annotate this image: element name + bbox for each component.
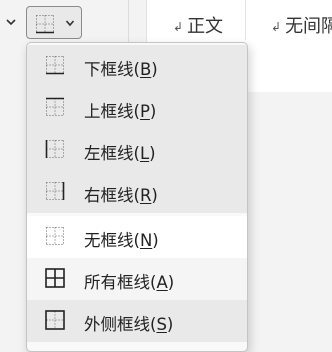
menu-item-outside-borders[interactable]: 外侧框线(S) xyxy=(27,300,247,342)
outside-borders-icon xyxy=(45,310,65,330)
bottom-border-icon xyxy=(36,15,54,34)
menu-item-top-border[interactable]: 上框线(P) xyxy=(27,87,247,129)
paragraph-mark-icon: ↲ xyxy=(173,20,184,34)
paragraph-mark-icon: ↲ xyxy=(271,20,282,34)
right-border-icon xyxy=(46,182,65,200)
menu-item-left-border[interactable]: 左框线(L) xyxy=(27,129,247,171)
menu-item-right-border[interactable]: 右框线(R) xyxy=(27,171,247,213)
chevron-down-icon[interactable] xyxy=(5,14,17,30)
top-border-icon xyxy=(46,97,64,116)
style-normal[interactable]: ↲ 正文 xyxy=(173,12,223,38)
menu-item-label: 左框线(L) xyxy=(84,144,156,163)
borders-button[interactable] xyxy=(26,6,82,39)
style-separator xyxy=(245,0,246,40)
bottom-border-icon xyxy=(46,56,64,75)
menu-item-label: 下框线(B) xyxy=(84,60,158,79)
style-label: 正文 xyxy=(187,16,224,37)
menu-item-label: 所有框线(A) xyxy=(84,273,175,292)
no-border-icon xyxy=(46,227,64,245)
left-border-icon xyxy=(45,140,64,158)
chevron-down-icon xyxy=(65,20,75,27)
all-borders-icon xyxy=(45,268,65,288)
menu-item-no-border[interactable]: 无框线(N) xyxy=(27,216,247,258)
menu-item-label: 上框线(P) xyxy=(84,102,157,121)
menu-item-all-borders[interactable]: 所有框线(A) xyxy=(27,258,247,300)
menu-item-bottom-border[interactable]: 下框线(B) xyxy=(27,45,247,87)
menu-item-label: 右框线(R) xyxy=(84,186,158,205)
menu-item-label: 外侧框线(S) xyxy=(84,315,174,334)
style-label: 无间隔 xyxy=(285,16,332,37)
borders-dropdown-menu: 下框线(B) 上框线(P) 左框线(L) 右框线(R) 无框线(N) 所有框线(… xyxy=(26,42,248,352)
menu-item-label: 无框线(N) xyxy=(84,231,159,250)
style-no-spacing[interactable]: ↲ 无间隔 xyxy=(271,12,332,38)
